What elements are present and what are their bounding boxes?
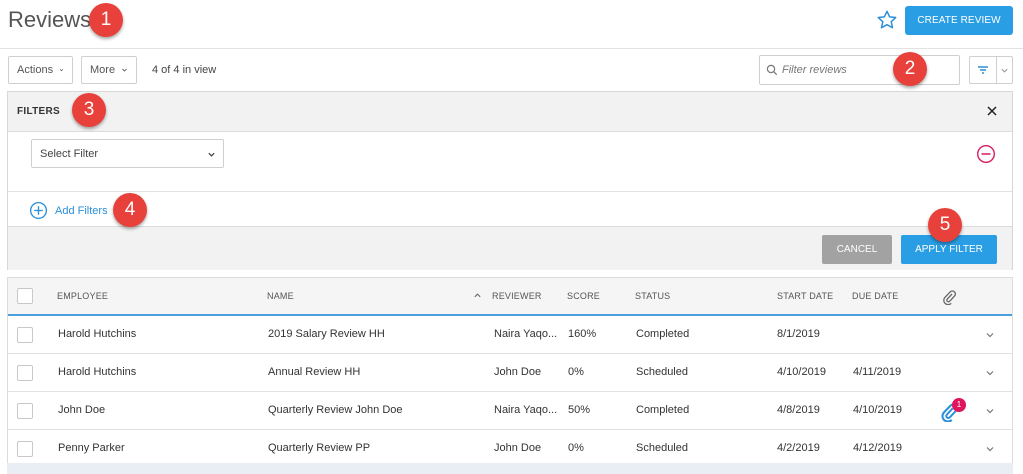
cell-status: Completed xyxy=(636,328,690,340)
cell-employee: Penny Parker xyxy=(58,442,125,454)
cell-name[interactable]: 2019 Salary Review HH xyxy=(268,328,385,340)
column-start-date[interactable]: START DATE xyxy=(777,291,833,301)
cell-score: 50% xyxy=(568,404,591,416)
plus-circle-icon xyxy=(29,201,48,220)
cell-reviewer: Naira Yaqo... xyxy=(494,328,558,340)
page-title: Reviews xyxy=(8,7,92,32)
table-row[interactable]: John Doe Quarterly Review John Doe Naira… xyxy=(8,392,1012,430)
filters-header: FILTERS xyxy=(8,92,1012,132)
filter-icon xyxy=(978,66,988,74)
add-filters-label: Add Filters xyxy=(55,204,108,217)
cell-start-date: 4/2/2019 xyxy=(777,442,820,454)
expand-row-icon[interactable] xyxy=(985,444,995,454)
close-icon[interactable] xyxy=(986,105,998,117)
row-checkbox[interactable] xyxy=(17,441,33,457)
row-checkbox[interactable] xyxy=(17,327,33,343)
cancel-button[interactable]: CANCEL xyxy=(822,235,892,264)
cell-start-date: 4/10/2019 xyxy=(777,366,826,378)
cell-due-date: 4/12/2019 xyxy=(853,442,902,454)
callout-badge-2: 2 xyxy=(893,52,927,86)
row-checkbox[interactable] xyxy=(17,403,33,419)
column-employee[interactable]: EMPLOYEE xyxy=(57,291,108,301)
table-scroll-edge xyxy=(7,463,1013,474)
column-status[interactable]: STATUS xyxy=(635,291,670,301)
cell-name[interactable]: Quarterly Review John Doe xyxy=(268,404,403,416)
cell-name[interactable]: Annual Review HH xyxy=(268,366,360,378)
callout-badge-5: 5 xyxy=(928,208,962,242)
cell-employee: Harold Hutchins xyxy=(58,328,137,340)
header-divider xyxy=(0,48,1023,49)
filters-title: FILTERS xyxy=(17,106,61,117)
cell-score: 0% xyxy=(568,442,584,454)
remove-filter-icon[interactable] xyxy=(976,144,996,164)
add-filters-button[interactable]: Add Filters xyxy=(29,201,108,220)
filters-panel: FILTERS Select Filter Add Filters CANCEL… xyxy=(7,91,1013,270)
more-dropdown[interactable]: More xyxy=(81,56,137,84)
cell-reviewer: John Doe xyxy=(494,442,542,454)
actions-dropdown[interactable]: Actions xyxy=(8,56,73,84)
cell-status: Scheduled xyxy=(636,366,688,378)
column-reviewer[interactable]: REVIEWER xyxy=(492,291,542,301)
search-icon xyxy=(766,64,778,76)
attachment-count-badge: 1 xyxy=(952,398,966,412)
callout-badge-1: 1 xyxy=(89,3,123,37)
star-icon[interactable] xyxy=(876,9,898,31)
expand-row-icon[interactable] xyxy=(985,406,995,416)
cell-status: Completed xyxy=(636,404,690,416)
cell-name[interactable]: Quarterly Review PP xyxy=(268,442,370,454)
reviews-table: EMPLOYEE NAME REVIEWER SCORE STATUS STAR… xyxy=(7,277,1013,474)
filters-footer: CANCEL APPLY FILTER xyxy=(8,226,1012,270)
select-filter-dropdown[interactable]: Select Filter xyxy=(31,139,224,168)
column-name[interactable]: NAME xyxy=(267,291,294,301)
column-due-date[interactable]: DUE DATE xyxy=(852,291,898,301)
cell-score: 160% xyxy=(568,328,597,340)
callout-badge-3: 3 xyxy=(72,93,106,127)
expand-row-icon[interactable] xyxy=(985,330,995,340)
cell-employee: John Doe xyxy=(58,404,106,416)
row-checkbox[interactable] xyxy=(17,365,33,381)
paperclip-icon xyxy=(943,290,956,305)
sort-ascending-icon[interactable] xyxy=(473,291,482,300)
select-all-checkbox[interactable] xyxy=(17,288,33,304)
callout-badge-4: 4 xyxy=(113,193,147,227)
chevron-down-icon xyxy=(1000,68,1008,73)
cell-due-date: 4/11/2019 xyxy=(853,366,902,378)
cell-employee: Harold Hutchins xyxy=(58,366,137,378)
search-box[interactable] xyxy=(759,55,960,85)
table-header: EMPLOYEE NAME REVIEWER SCORE STATUS STAR… xyxy=(8,278,1012,316)
cell-reviewer: John Doe xyxy=(494,366,542,378)
expand-row-icon[interactable] xyxy=(985,368,995,378)
create-review-button[interactable]: CREATE REVIEW xyxy=(905,6,1013,35)
cell-status: Scheduled xyxy=(636,442,688,454)
cell-start-date: 4/8/2019 xyxy=(777,404,820,416)
filter-menu-button[interactable] xyxy=(996,56,1013,84)
filters-divider xyxy=(8,191,1012,192)
table-row[interactable]: Harold Hutchins Annual Review HH John Do… xyxy=(8,354,1012,392)
actions-label: Actions xyxy=(17,64,54,76)
cell-start-date: 8/1/2019 xyxy=(777,328,820,340)
chevron-down-icon xyxy=(122,68,127,72)
column-score[interactable]: SCORE xyxy=(567,291,600,301)
chevron-down-icon xyxy=(208,152,215,157)
table-row[interactable]: Harold Hutchins 2019 Salary Review HH Na… xyxy=(8,316,1012,354)
cell-due-date: 4/10/2019 xyxy=(853,404,902,416)
select-filter-label: Select Filter xyxy=(40,147,99,160)
more-label: More xyxy=(90,64,116,76)
chevron-down-icon xyxy=(59,69,64,72)
cell-score: 0% xyxy=(568,366,584,378)
cell-reviewer: Naira Yaqo... xyxy=(494,404,558,416)
in-view-count: 4 of 4 in view xyxy=(152,64,217,76)
filter-toggle-button[interactable] xyxy=(969,56,997,84)
